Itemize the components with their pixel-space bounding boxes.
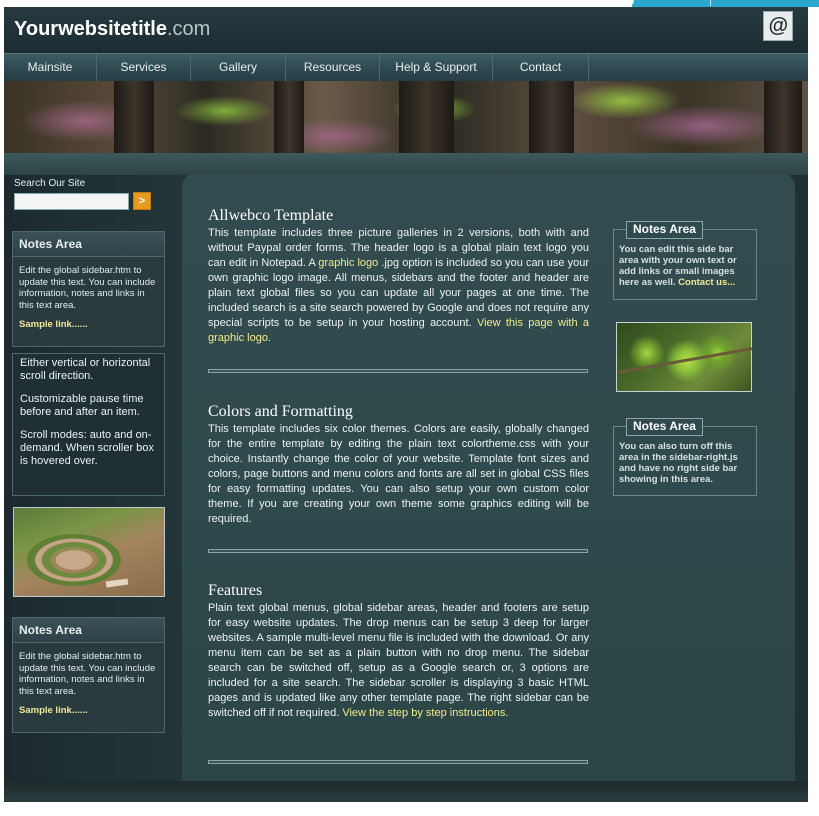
right-notes-box: Notes Area You can edit this side bar ar… (613, 221, 757, 300)
right-notes-title: Notes Area (626, 418, 703, 436)
scroller-item: Customizable pause time before and after… (20, 393, 144, 418)
nav-help-support[interactable]: Help & Support (380, 54, 493, 81)
main-nav: Mainsite Services Gallery Resources Help… (4, 53, 808, 81)
banner-shadow-bar (4, 153, 808, 175)
notes-box-bottom: Notes Area Edit the global sidebar.htm t… (12, 617, 165, 733)
section-divider (208, 369, 588, 373)
search-go-button[interactable]: > (133, 192, 151, 210)
site-title[interactable]: Yourwebsitetitle.com (14, 18, 210, 41)
contact-us-link[interactable]: Contact us... (678, 277, 735, 288)
top-accent-strip (620, 0, 819, 7)
search-label: Search Our Site (14, 178, 86, 189)
scroller-item: Scroll modes: auto and on-demand. When s… (20, 429, 154, 467)
nav-contact[interactable]: Contact (493, 54, 589, 81)
scroller-item: Either vertical or horizontal scroll dir… (20, 357, 151, 382)
article-title: Features (208, 582, 263, 599)
right-notes-title: Notes Area (626, 221, 703, 239)
notes-title: Notes Area (13, 618, 164, 643)
email-icon[interactable]: @ (763, 11, 793, 41)
nav-resources[interactable]: Resources (286, 54, 380, 81)
nav-mainsite[interactable]: Mainsite (4, 54, 97, 81)
notes-body: Edit the global sidebar.htm to update th… (19, 651, 156, 697)
instructions-link[interactable]: View the step by step instructions. (342, 707, 508, 719)
site-title-domain: .com (167, 18, 211, 40)
section-divider (208, 760, 588, 764)
nav-services[interactable]: Services (97, 54, 191, 81)
section-divider (208, 549, 588, 553)
article-title: Colors and Formatting (208, 403, 353, 420)
right-notes-body: You can edit this side bar area with you… (619, 244, 737, 288)
article-title: Allwebco Template (208, 207, 334, 224)
right-notes-box: Notes Area You can also turn off this ar… (613, 418, 757, 496)
notes-title: Notes Area (13, 232, 164, 257)
search-input[interactable] (14, 193, 129, 210)
sidebar-scroller[interactable]: Either vertical or horizontal scroll dir… (12, 353, 165, 496)
pine-branch-image (616, 322, 753, 392)
notes-box-top: Notes Area Edit the global sidebar.htm t… (12, 231, 165, 347)
garden-maze-image (13, 507, 165, 597)
site-header: Yourwebsitetitle.com @ (4, 7, 808, 53)
graphic-logo-link[interactable]: graphic logo (318, 257, 378, 269)
sample-link[interactable]: Sample link...... (13, 311, 164, 330)
right-notes-body: You can also turn off this area in the s… (619, 441, 738, 485)
article-body: Plain text global menus, global sidebar … (208, 602, 589, 719)
site-title-name: Yourwebsitetitle (14, 18, 167, 40)
article-body: This template includes three picture gal… (208, 227, 590, 344)
sample-link[interactable]: Sample link...... (13, 697, 164, 716)
nav-gallery[interactable]: Gallery (191, 54, 286, 81)
header-banner-image (4, 81, 808, 153)
footer-bar (4, 781, 808, 802)
notes-body: Edit the global sidebar.htm to update th… (19, 265, 156, 311)
article-body: This template includes six color themes.… (208, 423, 589, 525)
